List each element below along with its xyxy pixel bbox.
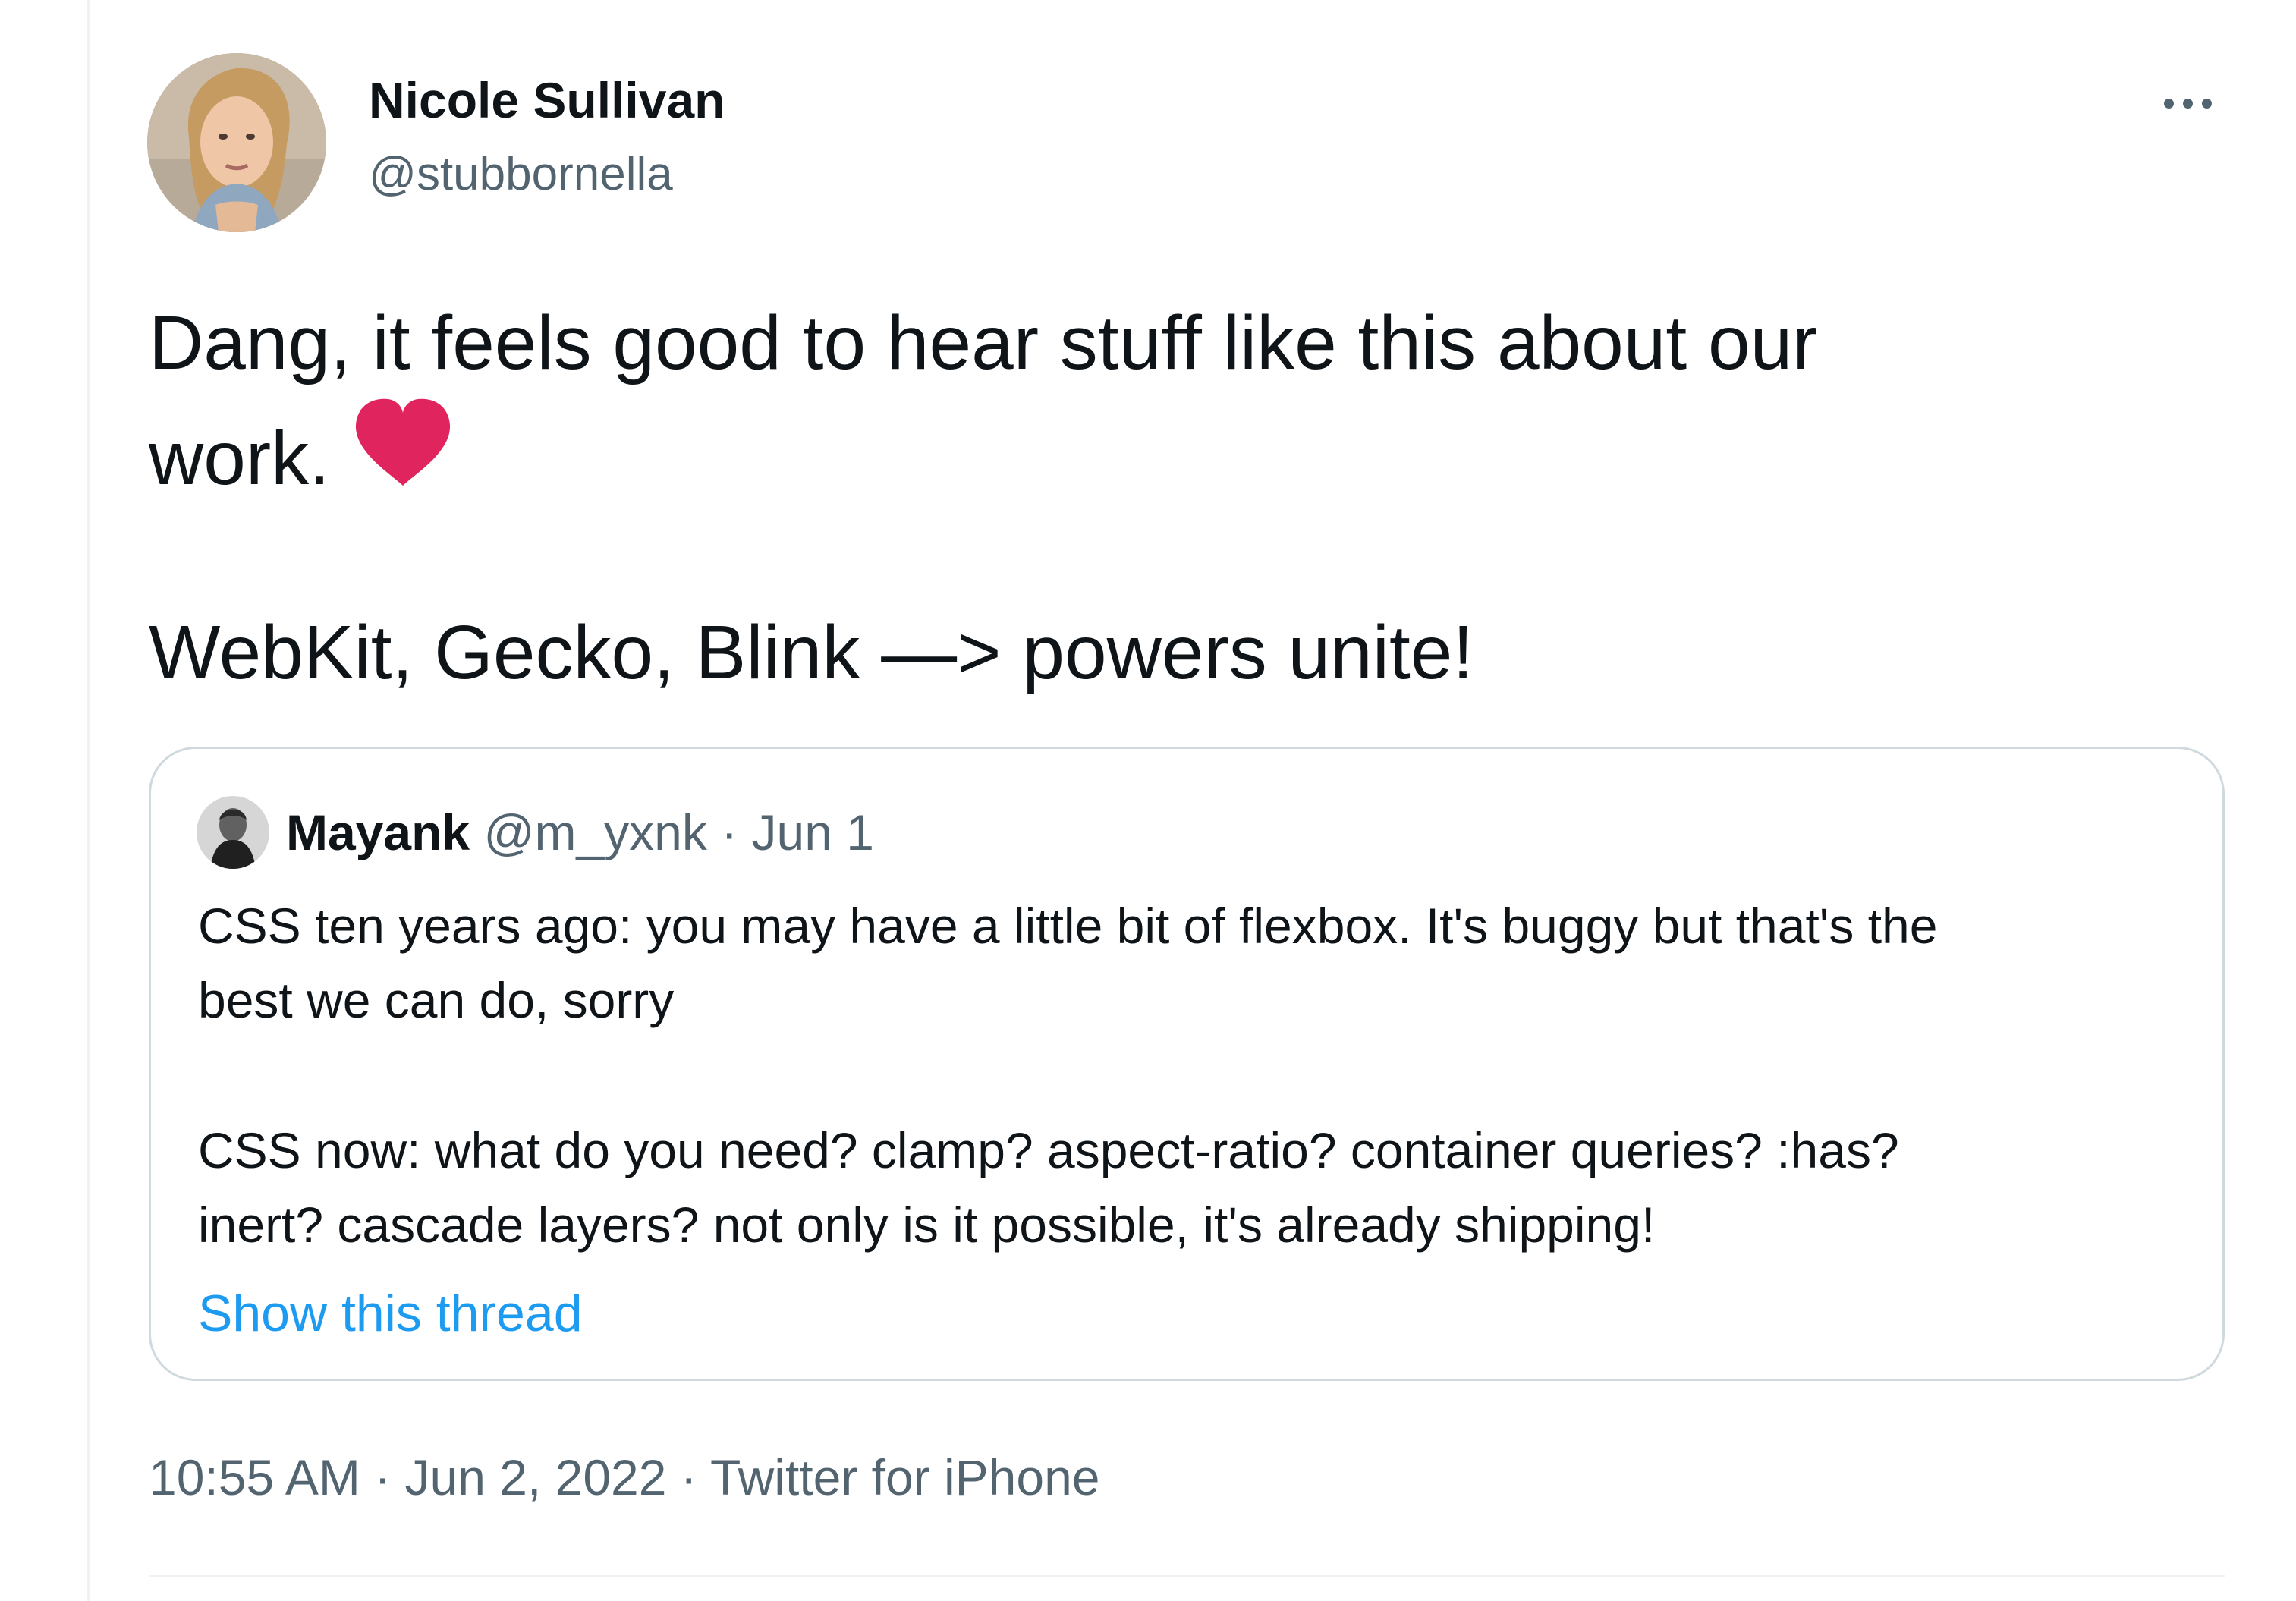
tweet-text-line-2: work. <box>149 396 2243 516</box>
timeline-left-border <box>87 0 90 1601</box>
author-name[interactable]: Nicole Sullivan <box>369 70 725 131</box>
quoted-meta-separator: · <box>706 804 752 860</box>
author-avatar[interactable] <box>147 53 326 232</box>
quoted-text-line-1: CSS ten years ago: you may have a little… <box>198 898 1938 954</box>
quoted-author-handle[interactable]: @m_yxnk <box>483 804 706 860</box>
more-dot-icon <box>2201 98 2212 109</box>
author-avatar-image <box>147 53 326 232</box>
tweet-source[interactable]: Twitter for iPhone <box>710 1449 1100 1505</box>
heart-icon <box>351 396 454 516</box>
show-thread-link[interactable]: Show this thread <box>198 1279 583 1348</box>
tweet-divider <box>149 1575 2225 1577</box>
quoted-text-line-3: CSS now: what do you need? clamp? aspect… <box>198 1122 1899 1178</box>
quoted-tweet-header: Mayank @m_yxnk · Jun 1 <box>286 799 874 866</box>
more-dot-icon <box>2182 98 2193 109</box>
author-handle[interactable]: @stubbornella <box>369 146 673 203</box>
tweet-metadata: 10:55 AM · Jun 2, 2022 · Twitter for iPh… <box>149 1445 1100 1510</box>
tweet-text-line-1: Dang, it feels good to hear stuff like t… <box>149 300 1818 385</box>
more-dot-icon <box>2163 98 2174 109</box>
quoted-author-avatar-image <box>197 796 269 869</box>
quoted-tweet-date[interactable]: Jun 1 <box>752 804 874 860</box>
meta-separator: · <box>666 1449 710 1505</box>
tweet-date[interactable]: Jun 2, 2022 <box>405 1449 667 1505</box>
tweet-text-word: work. <box>149 416 330 501</box>
tweet-text-line-3: WebKit, Gecko, Blink —> powers unite! <box>149 610 1474 695</box>
more-options-button[interactable] <box>2155 82 2220 124</box>
quoted-author-avatar[interactable] <box>197 796 269 869</box>
quoted-tweet-card[interactable]: Mayank @m_yxnk · Jun 1 CSS ten years ago… <box>149 747 2225 1381</box>
quoted-text-line-4: inert? cascade layers? not only is it po… <box>198 1197 1656 1253</box>
tweet-time[interactable]: 10:55 AM <box>149 1449 360 1505</box>
quoted-text-line-2: best we can do, sorry <box>198 972 675 1028</box>
quoted-author-name[interactable]: Mayank <box>286 804 470 860</box>
meta-separator: · <box>360 1449 405 1505</box>
